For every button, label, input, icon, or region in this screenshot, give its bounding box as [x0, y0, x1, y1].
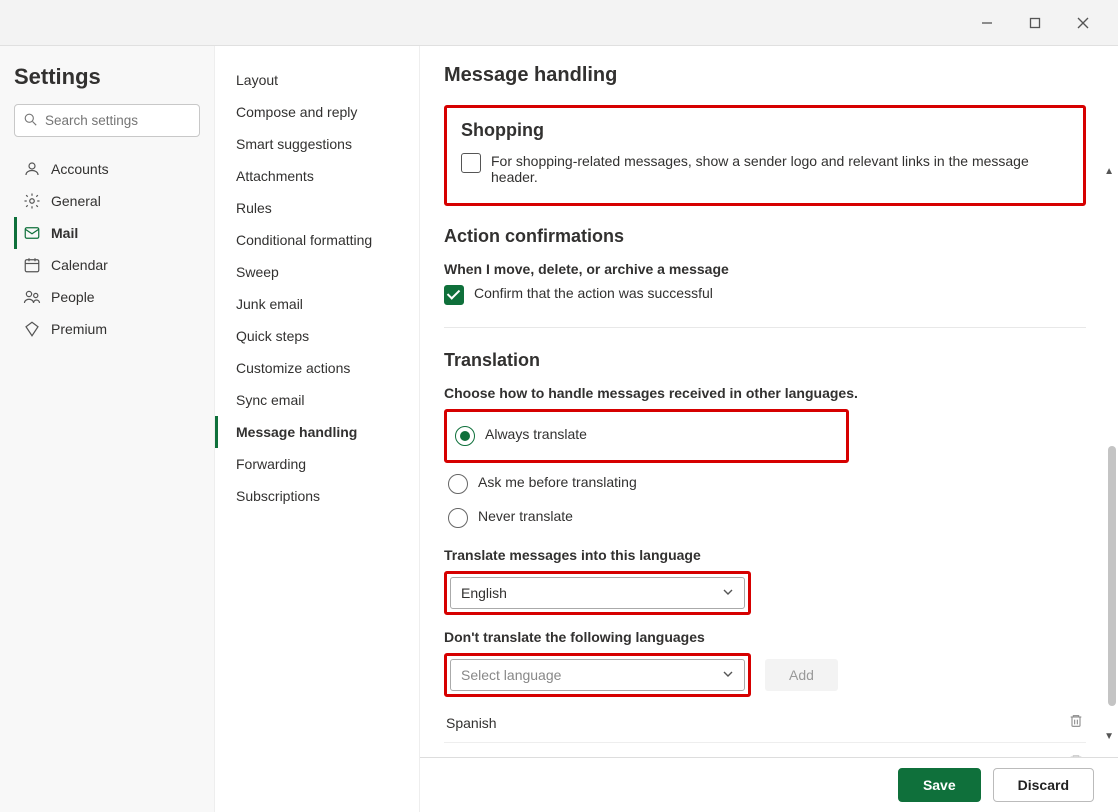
close-button[interactable]	[1068, 17, 1098, 29]
search-icon	[24, 113, 37, 129]
minimize-button[interactable]	[972, 17, 1002, 29]
shopping-title: Shopping	[461, 120, 1069, 141]
accounts-icon	[23, 160, 41, 178]
mid-item-layout[interactable]: Layout	[215, 64, 419, 96]
mid-item-customize-actions[interactable]: Customize actions	[215, 352, 419, 384]
titlebar	[0, 0, 1118, 46]
sidebar-item-people[interactable]: People	[14, 281, 200, 313]
shopping-section: Shopping For shopping-related messages, …	[444, 105, 1086, 206]
shopping-checkbox[interactable]	[461, 153, 481, 173]
translation-section: Translation Choose how to handle message…	[444, 350, 1086, 757]
translation-option-ask[interactable]: Ask me before translating	[444, 469, 1086, 499]
page-title: Settings	[14, 64, 200, 90]
discard-button[interactable]: Discard	[993, 768, 1094, 802]
save-button[interactable]: Save	[898, 768, 981, 802]
chevron-down-icon	[722, 585, 734, 601]
sidebar-primary: Settings Accounts General Mail Calendar Peop…	[0, 46, 215, 812]
confirm-action-checkbox[interactable]	[444, 285, 464, 305]
calendar-icon	[23, 256, 41, 274]
sidebar-item-label: People	[51, 289, 95, 305]
mid-item-junk-email[interactable]: Junk email	[215, 288, 419, 320]
sidebar-item-calendar[interactable]: Calendar	[14, 249, 200, 281]
translation-option-never[interactable]: Never translate	[444, 503, 1086, 533]
mid-item-quick-steps[interactable]: Quick steps	[215, 320, 419, 352]
sidebar-item-label: Premium	[51, 321, 107, 337]
scrollbar[interactable]: ▲ ▼	[1106, 46, 1118, 812]
mid-item-message-handling[interactable]: Message handling	[215, 416, 419, 448]
excluded-language-row: English	[444, 743, 1086, 757]
sidebar-item-premium[interactable]: Premium	[14, 313, 200, 345]
confirm-action-label: Confirm that the action was successful	[474, 285, 713, 301]
search-input[interactable]	[14, 104, 200, 137]
sidebar-item-label: General	[51, 193, 101, 209]
dont-translate-select[interactable]: Select language	[450, 659, 745, 691]
mid-item-subscriptions[interactable]: Subscriptions	[215, 480, 419, 512]
dont-translate-label: Don't translate the following languages	[444, 629, 1086, 645]
excluded-language-row: Spanish	[444, 703, 1086, 743]
translation-title: Translation	[444, 350, 1086, 371]
maximize-button[interactable]	[1020, 17, 1050, 29]
sidebar-item-mail[interactable]: Mail	[14, 217, 200, 249]
mid-item-rules[interactable]: Rules	[215, 192, 419, 224]
sidebar-item-label: Mail	[51, 225, 78, 241]
premium-icon	[23, 320, 41, 338]
footer: Save Discard	[420, 757, 1118, 812]
mid-item-attachments[interactable]: Attachments	[215, 160, 419, 192]
shopping-checkbox-label: For shopping-related messages, show a se…	[491, 153, 1069, 185]
radio-always-translate[interactable]	[455, 426, 475, 446]
translate-into-label: Translate messages into this language	[444, 547, 1086, 563]
translate-into-select[interactable]: English	[450, 577, 745, 609]
mid-item-sync-email[interactable]: Sync email	[215, 384, 419, 416]
radio-never[interactable]	[448, 508, 468, 528]
radio-ask-before[interactable]	[448, 474, 468, 494]
gear-icon	[23, 192, 41, 210]
excluded-language-label: Spanish	[446, 715, 497, 731]
translation-subtitle: Choose how to handle messages received i…	[444, 385, 1086, 401]
action-confirmations-subtitle: When I move, delete, or archive a messag…	[444, 261, 1086, 277]
action-confirmations-section: Action confirmations When I move, delete…	[444, 226, 1086, 305]
mail-icon	[23, 224, 41, 242]
chevron-down-icon	[722, 667, 734, 683]
main-title: Message handling	[444, 64, 1086, 87]
sidebar-item-label: Calendar	[51, 257, 108, 273]
sidebar-item-general[interactable]: General	[14, 185, 200, 217]
divider	[444, 327, 1086, 328]
sidebar-secondary: LayoutCompose and replySmart suggestions…	[215, 46, 420, 812]
sidebar-item-accounts[interactable]: Accounts	[14, 153, 200, 185]
translation-option-always[interactable]: Always translate	[449, 418, 844, 454]
action-confirmations-title: Action confirmations	[444, 226, 1086, 247]
delete-icon[interactable]	[1068, 713, 1084, 732]
add-language-button[interactable]: Add	[765, 659, 838, 691]
mid-item-smart-suggestions[interactable]: Smart suggestions	[215, 128, 419, 160]
mid-item-conditional-formatting[interactable]: Conditional formatting	[215, 224, 419, 256]
mid-item-sweep[interactable]: Sweep	[215, 256, 419, 288]
mid-item-forwarding[interactable]: Forwarding	[215, 448, 419, 480]
sidebar-item-label: Accounts	[51, 161, 109, 177]
mid-item-compose-and-reply[interactable]: Compose and reply	[215, 96, 419, 128]
main-panel: Message handling Shopping For shopping-r…	[420, 46, 1118, 812]
people-icon	[23, 288, 41, 306]
